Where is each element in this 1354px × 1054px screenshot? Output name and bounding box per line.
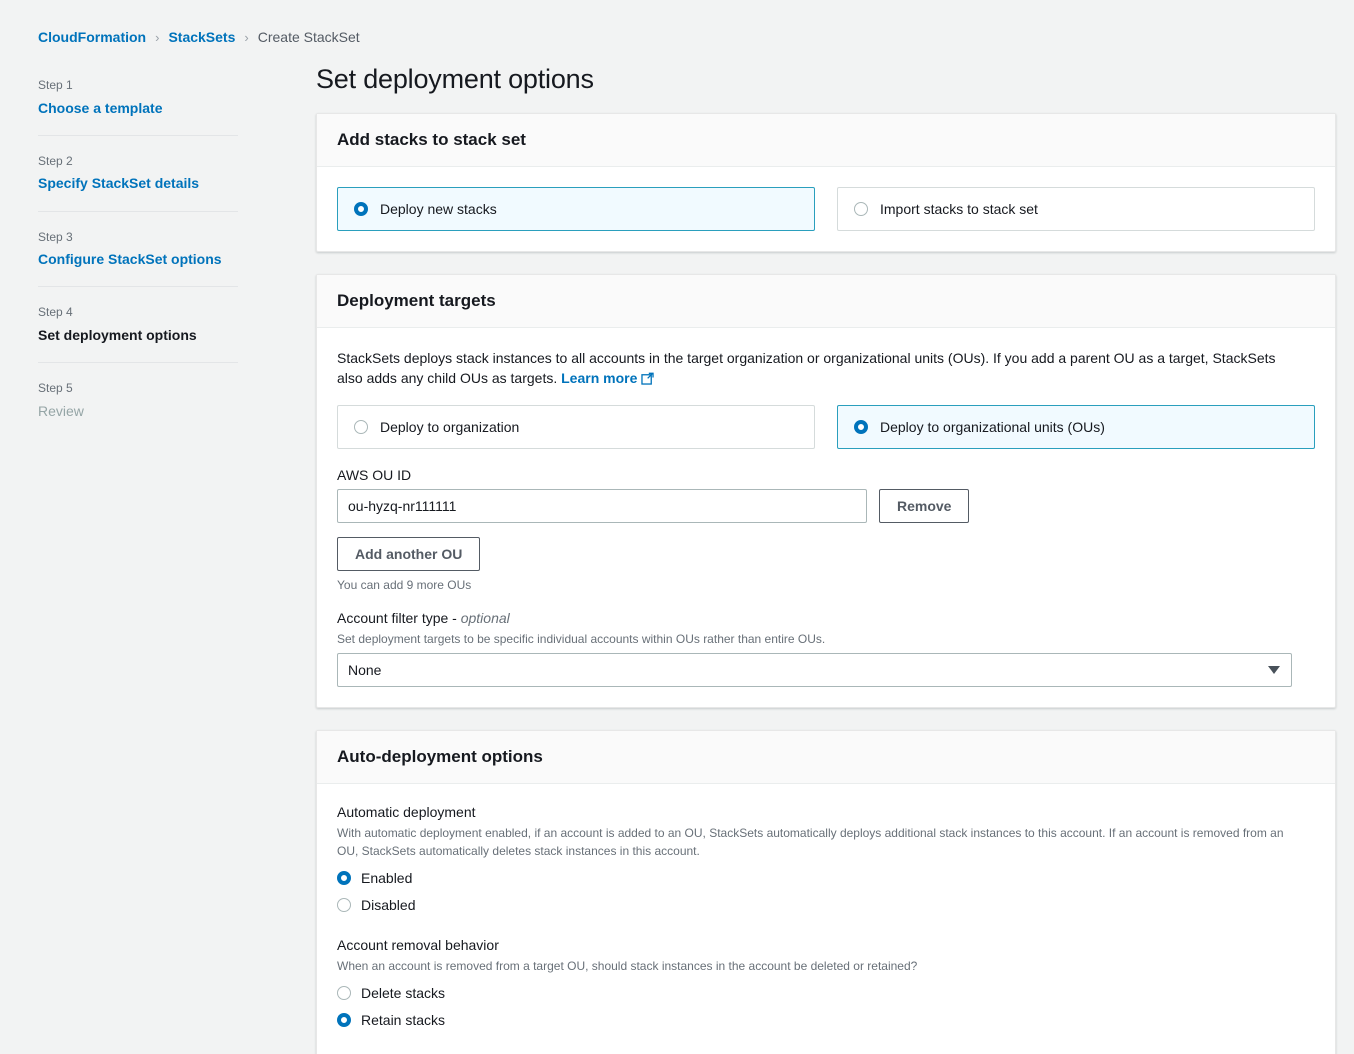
breadcrumb-item-cloudformation[interactable]: CloudFormation — [38, 29, 146, 45]
deployment-targets-card: Deployment targets StackSets deploys sta… — [316, 274, 1336, 708]
automatic-deployment-description: With automatic deployment enabled, if an… — [337, 824, 1292, 860]
radio-automatic-deployment-enabled-label: Enabled — [361, 870, 412, 886]
add-stacks-option-row: Deploy new stacks Import stacks to stack… — [337, 187, 1315, 231]
breadcrumb-item-create-stackset: Create StackSet — [258, 29, 360, 45]
account-filter-type-hint: Set deployment targets to be specific in… — [337, 632, 1315, 646]
add-stacks-card-body: Deploy new stacks Import stacks to stack… — [317, 167, 1335, 251]
radio-icon-deploy-new-stacks[interactable] — [354, 202, 368, 216]
sidebar-step-4[interactable]: Step 4 Set deployment options — [38, 305, 238, 363]
auto-deployment-header-title: Auto-deployment options — [337, 747, 1315, 767]
radio-icon-retain-stacks[interactable] — [337, 1013, 351, 1027]
aws-ou-id-input[interactable] — [337, 489, 867, 523]
sidebar-step-3-title[interactable]: Configure StackSet options — [38, 250, 238, 268]
sidebar-step-3-number: Step 3 — [38, 230, 238, 246]
sidebar-step-2-title[interactable]: Specify StackSet details — [38, 174, 238, 192]
deployment-targets-description: StackSets deploys stack instances to all… — [337, 348, 1292, 391]
main-content: Set deployment options Add stacks to sta… — [238, 52, 1354, 1054]
radio-icon-disabled[interactable] — [337, 898, 351, 912]
radio-tile-import-stacks-label: Import stacks to stack set — [880, 201, 1038, 217]
deployment-targets-card-header: Deployment targets — [317, 275, 1335, 328]
radio-retain-stacks[interactable]: Retain stacks — [337, 1012, 1315, 1028]
radio-delete-stacks[interactable]: Delete stacks — [337, 985, 1315, 1001]
account-filter-type-select-wrapper: None — [337, 653, 1292, 687]
breadcrumb: CloudFormation › StackSets › Create Stac… — [0, 0, 1354, 52]
account-removal-behavior-description: When an account is removed from a target… — [337, 957, 1292, 975]
radio-automatic-deployment-disabled[interactable]: Disabled — [337, 897, 1315, 913]
radio-automatic-deployment-enabled[interactable]: Enabled — [337, 870, 1315, 886]
add-another-ou-button[interactable]: Add another OU — [337, 537, 480, 571]
add-more-ous-hint: You can add 9 more OUs — [337, 578, 1315, 592]
radio-tile-import-stacks[interactable]: Import stacks to stack set — [837, 187, 1315, 231]
radio-icon-import-stacks[interactable] — [854, 202, 868, 216]
caret-down-icon[interactable] — [1268, 666, 1280, 674]
learn-more-link[interactable]: Learn more — [561, 370, 654, 386]
account-filter-type-label-text: Account filter type - — [337, 610, 461, 626]
account-filter-type-selected-value: None — [348, 662, 381, 678]
sidebar-step-1-title[interactable]: Choose a template — [38, 99, 238, 117]
radio-retain-stacks-label: Retain stacks — [361, 1012, 445, 1028]
sidebar-step-1[interactable]: Step 1 Choose a template — [38, 78, 238, 136]
account-filter-type-optional: optional — [461, 610, 510, 626]
account-removal-behavior-label: Account removal behavior — [337, 937, 1315, 953]
radio-automatic-deployment-disabled-label: Disabled — [361, 897, 415, 913]
sidebar-step-5: Step 5 Review — [38, 381, 238, 438]
automatic-deployment-label: Automatic deployment — [337, 804, 1315, 820]
deployment-targets-description-text: StackSets deploys stack instances to all… — [337, 350, 1276, 386]
radio-icon-deploy-to-organization[interactable] — [354, 420, 368, 434]
radio-tile-deploy-new-stacks[interactable]: Deploy new stacks — [337, 187, 815, 231]
auto-deployment-card: Auto-deployment options Automatic deploy… — [316, 730, 1336, 1054]
add-stacks-header-title: Add stacks to stack set — [337, 130, 1315, 150]
account-filter-type-select[interactable]: None — [337, 653, 1292, 687]
chevron-right-icon: › — [244, 30, 248, 45]
aws-ou-id-row: Remove — [337, 489, 1315, 523]
learn-more-label: Learn more — [561, 370, 637, 386]
wizard-sidebar: Step 1 Choose a template Step 2 Specify … — [38, 52, 238, 456]
radio-icon-deploy-to-ous[interactable] — [854, 420, 868, 434]
chevron-right-icon: › — [155, 30, 159, 45]
deployment-targets-option-row: Deploy to organization Deploy to organiz… — [337, 405, 1315, 449]
radio-tile-deploy-to-organization-label: Deploy to organization — [380, 419, 519, 435]
sidebar-step-4-title: Set deployment options — [38, 326, 238, 344]
remove-ou-button[interactable]: Remove — [879, 489, 969, 523]
aws-ou-id-label: AWS OU ID — [337, 467, 1315, 483]
add-stacks-card: Add stacks to stack set Deploy new stack… — [316, 113, 1336, 252]
add-stacks-card-header: Add stacks to stack set — [317, 114, 1335, 167]
page-title: Set deployment options — [316, 64, 1336, 95]
radio-icon-enabled[interactable] — [337, 871, 351, 885]
external-link-icon — [641, 370, 654, 390]
radio-icon-delete-stacks[interactable] — [337, 986, 351, 1000]
sidebar-step-5-number: Step 5 — [38, 381, 238, 397]
breadcrumb-item-stacksets[interactable]: StackSets — [168, 29, 235, 45]
sidebar-step-2[interactable]: Step 2 Specify StackSet details — [38, 154, 238, 212]
radio-tile-deploy-to-ous[interactable]: Deploy to organizational units (OUs) — [837, 405, 1315, 449]
auto-deployment-card-body: Automatic deployment With automatic depl… — [317, 784, 1335, 1054]
page-container: Step 1 Choose a template Step 2 Specify … — [0, 52, 1354, 1054]
account-filter-type-label: Account filter type - optional — [337, 610, 1315, 626]
deployment-targets-card-body: StackSets deploys stack instances to all… — [317, 328, 1335, 707]
sidebar-step-4-number: Step 4 — [38, 305, 238, 321]
auto-deployment-card-header: Auto-deployment options — [317, 731, 1335, 784]
radio-delete-stacks-label: Delete stacks — [361, 985, 445, 1001]
radio-tile-deploy-new-stacks-label: Deploy new stacks — [380, 201, 497, 217]
radio-tile-deploy-to-organization[interactable]: Deploy to organization — [337, 405, 815, 449]
radio-tile-deploy-to-ous-label: Deploy to organizational units (OUs) — [880, 419, 1105, 435]
sidebar-step-5-title: Review — [38, 402, 238, 420]
sidebar-step-1-number: Step 1 — [38, 78, 238, 94]
sidebar-step-3[interactable]: Step 3 Configure StackSet options — [38, 230, 238, 288]
sidebar-step-2-number: Step 2 — [38, 154, 238, 170]
deployment-targets-header-title: Deployment targets — [337, 291, 1315, 311]
